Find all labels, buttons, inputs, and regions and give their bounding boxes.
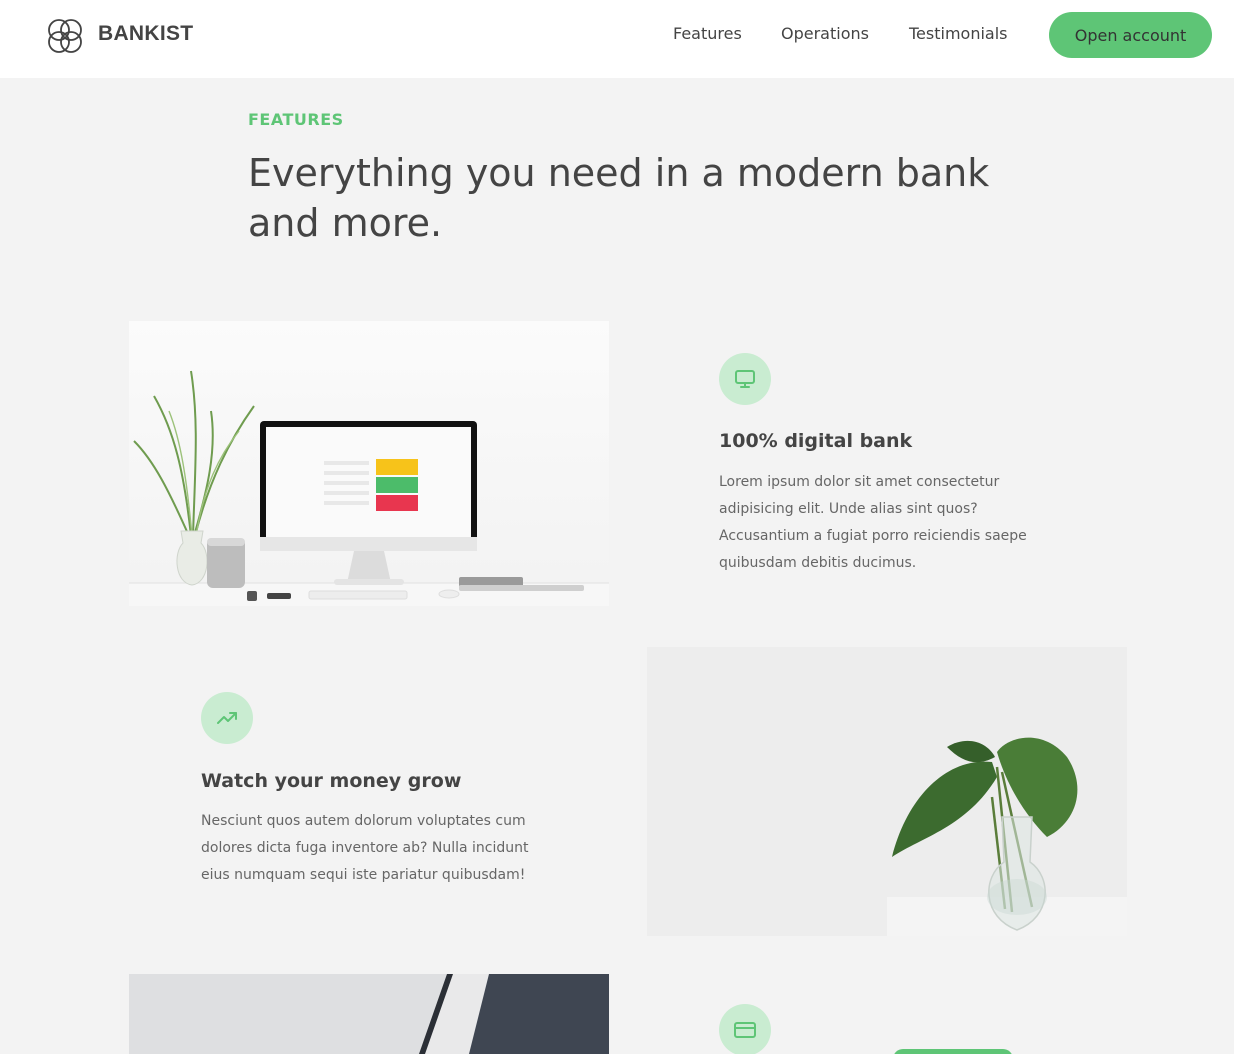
nav-link-testimonials[interactable]: Testimonials	[909, 24, 1008, 43]
open-account-button[interactable]: Open account	[1049, 12, 1212, 58]
feature-title-money-grow: Watch your money grow	[201, 770, 462, 792]
navbar: BANKIST Features Operations Testimonials…	[0, 0, 1234, 78]
digital-bank-image	[129, 321, 609, 606]
logo-icon[interactable]	[42, 13, 88, 59]
card-image	[129, 974, 609, 1054]
feature-text-digital-bank: Lorem ipsum dolor sit amet consectetur a…	[719, 474, 1027, 571]
trending-up-icon	[201, 692, 253, 744]
credit-card-icon	[719, 1004, 771, 1054]
brand-name: BANKIST	[98, 22, 194, 45]
feature-text-money-grow: Nesciunt quos autem dolorum voluptates c…	[201, 813, 529, 883]
nav-link-features[interactable]: Features	[673, 24, 742, 43]
section-label: FEATURES	[248, 110, 344, 129]
partial-green-button[interactable]	[893, 1049, 1013, 1054]
monitor-icon	[719, 353, 771, 405]
nav-link-operations[interactable]: Operations	[781, 24, 869, 43]
section-title: Everything you need in a modern bank and…	[248, 151, 990, 245]
feature-title-digital-bank: 100% digital bank	[719, 430, 913, 452]
plant-image	[647, 647, 1127, 936]
